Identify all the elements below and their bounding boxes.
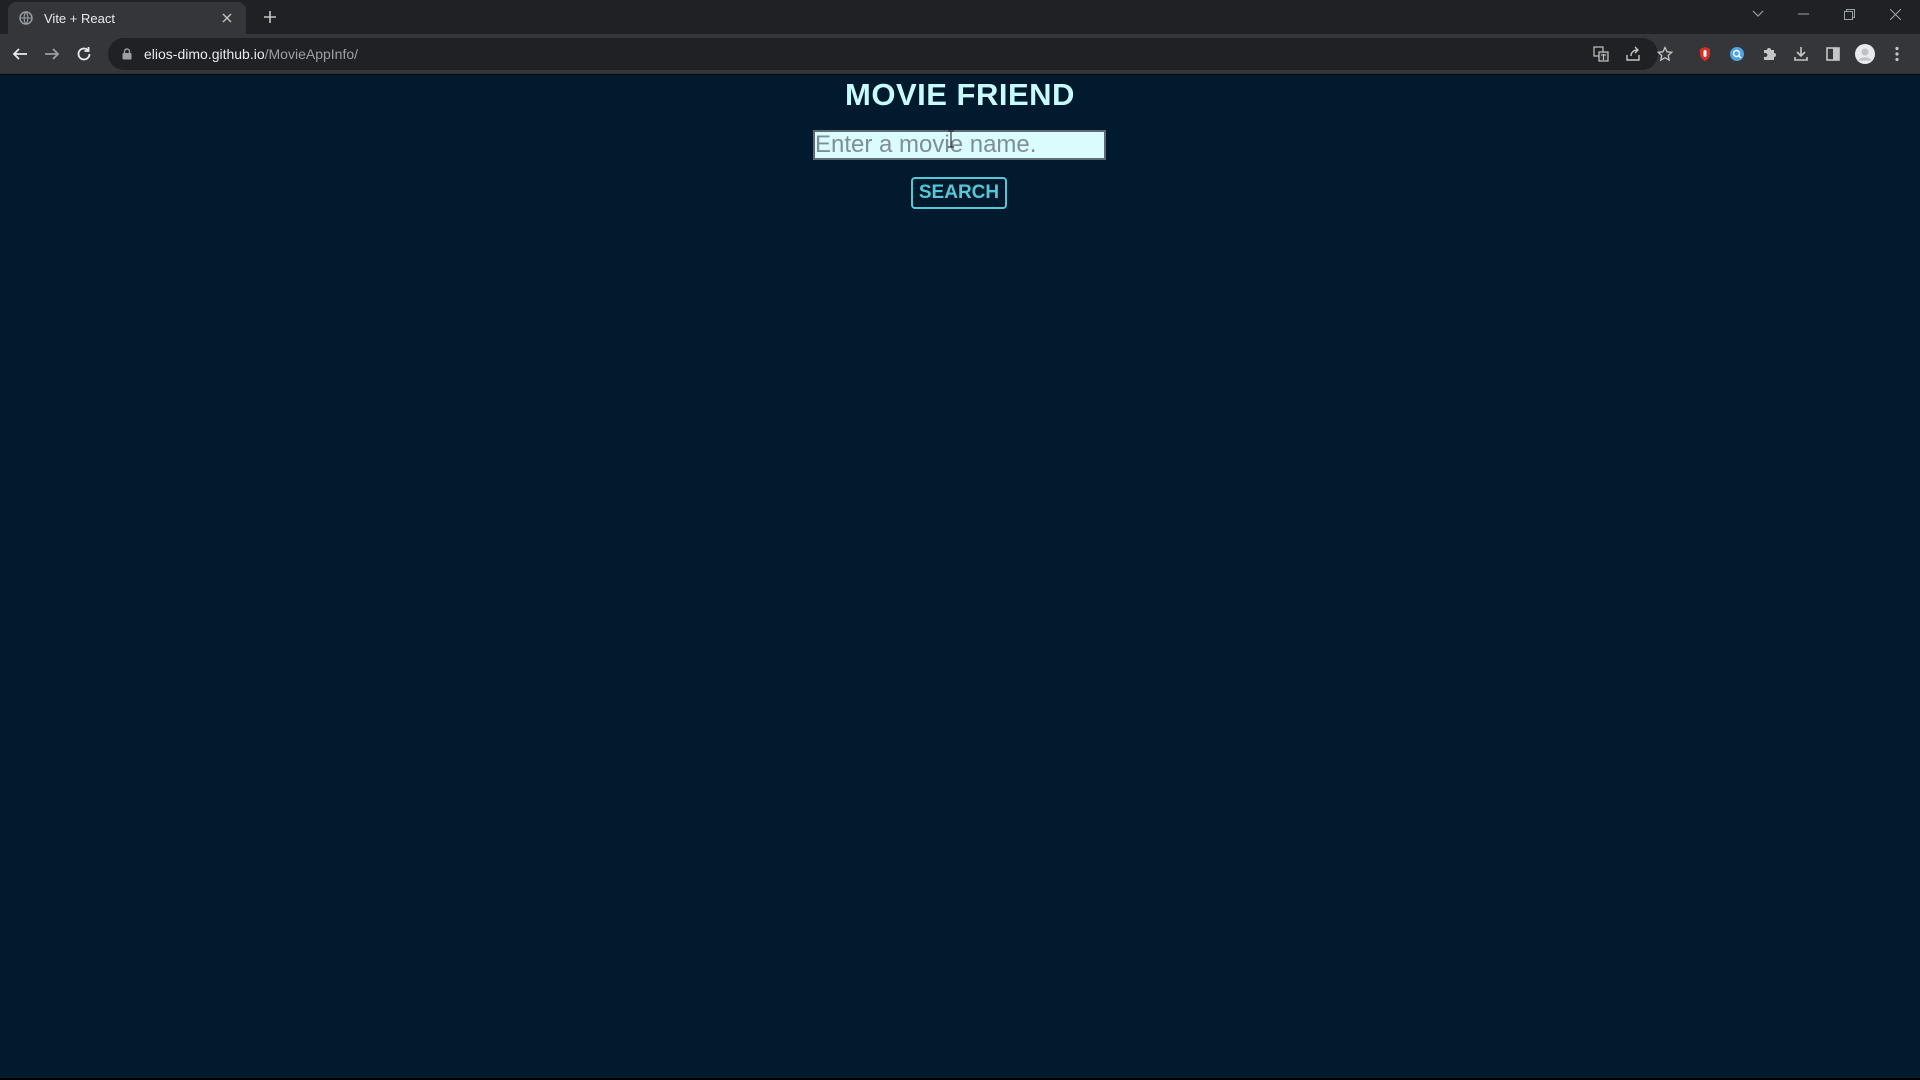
tab-title: Vite + React: [44, 10, 115, 26]
arrow-right-icon[interactable]: [38, 40, 66, 68]
globe-icon: [18, 10, 34, 26]
url-host: elios-dimo.github.io: [144, 46, 265, 62]
avatar[interactable]: [1851, 40, 1879, 68]
url-path: /MovieAppInfo/: [264, 46, 359, 62]
side-panel-icon[interactable]: [1819, 40, 1847, 68]
page-title: MOVIE FRIEND: [845, 77, 1075, 112]
address-bar[interactable]: elios-dimo.github.io/MovieAppInfo/: [108, 38, 1658, 70]
browser-titlebar: Vite + React: [0, 0, 1920, 34]
plus-icon[interactable]: [258, 5, 282, 29]
reload-icon[interactable]: [70, 40, 98, 68]
puzzle-icon[interactable]: [1755, 40, 1783, 68]
extension-red-icon[interactable]: [1691, 40, 1719, 68]
extension-blue-icon[interactable]: [1723, 40, 1751, 68]
text-cursor-icon: [948, 130, 954, 148]
download-icon[interactable]: [1787, 40, 1815, 68]
arrow-left-icon[interactable]: [6, 40, 34, 68]
share-icon[interactable]: [1619, 40, 1647, 68]
close-icon[interactable]: [218, 9, 236, 27]
tab-search-chevron-icon[interactable]: [1735, 0, 1781, 28]
star-icon[interactable]: [1651, 40, 1679, 68]
page-viewport: MOVIE FRIEND SEARCH: [0, 75, 1920, 1078]
search-button[interactable]: SEARCH: [911, 177, 1007, 209]
movie-search-input[interactable]: [813, 130, 1106, 160]
url-text[interactable]: elios-dimo.github.io/MovieAppInfo/: [144, 46, 358, 62]
kebab-menu-icon[interactable]: [1883, 40, 1911, 68]
close-window-icon[interactable]: [1872, 0, 1918, 28]
translate-icon[interactable]: [1587, 40, 1615, 68]
lock-icon[interactable]: [120, 47, 134, 61]
browser-tab[interactable]: Vite + React: [8, 2, 246, 34]
minimize-icon[interactable]: [1780, 0, 1826, 28]
restore-icon[interactable]: [1826, 0, 1872, 28]
